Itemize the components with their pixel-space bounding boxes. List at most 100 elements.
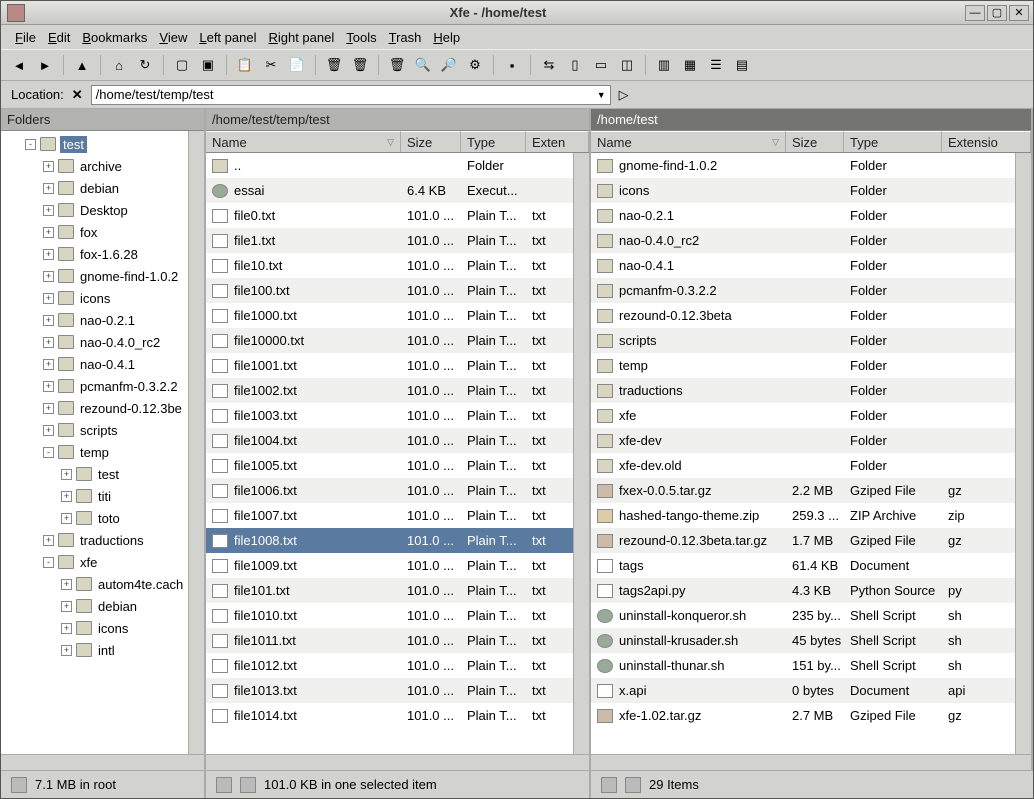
- terminal-button[interactable]: ▪: [500, 53, 524, 77]
- tree-item[interactable]: +nao-0.4.0_rc2: [1, 331, 188, 353]
- col-type[interactable]: Type: [461, 131, 526, 152]
- tree-item[interactable]: -test: [1, 133, 188, 155]
- expand-icon[interactable]: +: [43, 205, 54, 216]
- file-row[interactable]: uninstall-thunar.sh151 by...Shell Script…: [591, 653, 1015, 678]
- expand-icon[interactable]: +: [43, 315, 54, 326]
- left-filelist[interactable]: ..Folderessai6.4 KBExecut...file0.txt101…: [206, 153, 573, 754]
- expand-icon[interactable]: +: [43, 403, 54, 414]
- file-row[interactable]: file1.txt101.0 ...Plain T...txt: [206, 228, 573, 253]
- file-row[interactable]: xfe-dev.oldFolder: [591, 453, 1015, 478]
- file-row[interactable]: nao-0.4.0_rc2Folder: [591, 228, 1015, 253]
- tree-scrollbar-h[interactable]: [1, 754, 204, 770]
- tree-item[interactable]: +icons: [1, 617, 188, 639]
- view-list-button[interactable]: ☰: [704, 53, 728, 77]
- up-button[interactable]: ▲: [70, 53, 94, 77]
- tree-item[interactable]: +debian: [1, 177, 188, 199]
- menu-trash[interactable]: Trash: [385, 28, 426, 47]
- delete-button[interactable]: 🗑: [322, 53, 346, 77]
- col-size[interactable]: Size: [786, 131, 844, 152]
- file-row[interactable]: rezound-0.12.3beta.tar.gz1.7 MBGziped Fi…: [591, 528, 1015, 553]
- tree-item[interactable]: +toto: [1, 507, 188, 529]
- menu-help[interactable]: Help: [429, 28, 464, 47]
- expand-icon[interactable]: +: [43, 183, 54, 194]
- expand-icon[interactable]: -: [25, 139, 36, 150]
- forward-button[interactable]: ►: [33, 53, 57, 77]
- minimize-button[interactable]: —: [965, 5, 985, 21]
- file-row[interactable]: essai6.4 KBExecut...: [206, 178, 573, 203]
- location-input[interactable]: /home/test/temp/test ▼: [91, 85, 611, 105]
- file-row[interactable]: file1001.txt101.0 ...Plain T...txt: [206, 353, 573, 378]
- file-row[interactable]: file101.txt101.0 ...Plain T...txt: [206, 578, 573, 603]
- file-row[interactable]: file1002.txt101.0 ...Plain T...txt: [206, 378, 573, 403]
- col-ext[interactable]: Exten: [526, 131, 589, 152]
- tree-scrollbar-v[interactable]: [188, 131, 204, 754]
- menu-right-panel[interactable]: Right panel: [264, 28, 338, 47]
- file-row[interactable]: file1013.txt101.0 ...Plain T...txt: [206, 678, 573, 703]
- panel-tree-button[interactable]: ▯: [563, 53, 587, 77]
- menu-file[interactable]: File: [11, 28, 40, 47]
- find-button[interactable]: 🔍: [411, 53, 435, 77]
- expand-icon[interactable]: +: [61, 469, 72, 480]
- tree-item[interactable]: -temp: [1, 441, 188, 463]
- new-folder-button[interactable]: ▣: [196, 53, 220, 77]
- tree-item[interactable]: +debian: [1, 595, 188, 617]
- close-button[interactable]: ✕: [1009, 5, 1029, 21]
- file-row[interactable]: file0.txt101.0 ...Plain T...txt: [206, 203, 573, 228]
- right-filelist[interactable]: gnome-find-1.0.2FoldericonsFoldernao-0.2…: [591, 153, 1015, 754]
- expand-icon[interactable]: +: [43, 227, 54, 238]
- go-icon[interactable]: ▷: [619, 87, 635, 103]
- expand-icon[interactable]: -: [43, 557, 54, 568]
- dropdown-icon[interactable]: ▼: [597, 90, 606, 100]
- tree-item[interactable]: +intl: [1, 639, 188, 661]
- menu-left-panel[interactable]: Left panel: [195, 28, 260, 47]
- file-row[interactable]: file1003.txt101.0 ...Plain T...txt: [206, 403, 573, 428]
- file-row[interactable]: tags2api.py4.3 KBPython Sourcepy: [591, 578, 1015, 603]
- copy-button[interactable]: 📋: [233, 53, 257, 77]
- expand-icon[interactable]: +: [43, 425, 54, 436]
- paste-button[interactable]: 📄: [285, 53, 309, 77]
- expand-icon[interactable]: +: [43, 293, 54, 304]
- expand-icon[interactable]: +: [61, 579, 72, 590]
- trash-full-button[interactable]: 🗑: [385, 53, 409, 77]
- tree-item[interactable]: +archive: [1, 155, 188, 177]
- tree-item[interactable]: +autom4te.cach: [1, 573, 188, 595]
- col-name[interactable]: Name▽: [206, 131, 401, 152]
- clear-location-icon[interactable]: ✕: [72, 87, 83, 103]
- file-row[interactable]: xfeFolder: [591, 403, 1015, 428]
- file-row[interactable]: file1010.txt101.0 ...Plain T...txt: [206, 603, 573, 628]
- file-row[interactable]: file10.txt101.0 ...Plain T...txt: [206, 253, 573, 278]
- file-row[interactable]: file1006.txt101.0 ...Plain T...txt: [206, 478, 573, 503]
- right-scrollbar-v[interactable]: [1015, 153, 1031, 754]
- file-row[interactable]: file1000.txt101.0 ...Plain T...txt: [206, 303, 573, 328]
- back-button[interactable]: ◄: [7, 53, 31, 77]
- file-row[interactable]: file100.txt101.0 ...Plain T...txt: [206, 278, 573, 303]
- file-row[interactable]: xfe-1.02.tar.gz2.7 MBGziped Filegz: [591, 703, 1015, 728]
- gear-button[interactable]: ⚙: [463, 53, 487, 77]
- file-row[interactable]: pcmanfm-0.3.2.2Folder: [591, 278, 1015, 303]
- view-icons-button[interactable]: ▦: [678, 53, 702, 77]
- tree-item[interactable]: +rezound-0.12.3be: [1, 397, 188, 419]
- sync-button[interactable]: ⇆: [537, 53, 561, 77]
- maximize-button[interactable]: ▢: [987, 5, 1007, 21]
- expand-icon[interactable]: +: [43, 535, 54, 546]
- trash-empty-button[interactable]: 🗑: [348, 53, 372, 77]
- replace-button[interactable]: 🔎: [437, 53, 461, 77]
- file-row[interactable]: file1005.txt101.0 ...Plain T...txt: [206, 453, 573, 478]
- file-row[interactable]: file1014.txt101.0 ...Plain T...txt: [206, 703, 573, 728]
- file-row[interactable]: nao-0.2.1Folder: [591, 203, 1015, 228]
- file-row[interactable]: uninstall-krusader.sh45 bytesShell Scrip…: [591, 628, 1015, 653]
- file-row[interactable]: file1008.txt101.0 ...Plain T...txt: [206, 528, 573, 553]
- menu-edit[interactable]: Edit: [44, 28, 74, 47]
- file-row[interactable]: x.api0 bytesDocumentapi: [591, 678, 1015, 703]
- menu-bookmarks[interactable]: Bookmarks: [78, 28, 151, 47]
- file-row[interactable]: scriptsFolder: [591, 328, 1015, 353]
- expand-icon[interactable]: +: [43, 359, 54, 370]
- file-row[interactable]: file10000.txt101.0 ...Plain T...txt: [206, 328, 573, 353]
- cut-button[interactable]: ✂: [259, 53, 283, 77]
- expand-icon[interactable]: +: [61, 491, 72, 502]
- tree-item[interactable]: +gnome-find-1.0.2: [1, 265, 188, 287]
- expand-icon[interactable]: +: [61, 623, 72, 634]
- expand-icon[interactable]: +: [61, 645, 72, 656]
- file-row[interactable]: hashed-tango-theme.zip259.3 ...ZIP Archi…: [591, 503, 1015, 528]
- tree-item[interactable]: +titi: [1, 485, 188, 507]
